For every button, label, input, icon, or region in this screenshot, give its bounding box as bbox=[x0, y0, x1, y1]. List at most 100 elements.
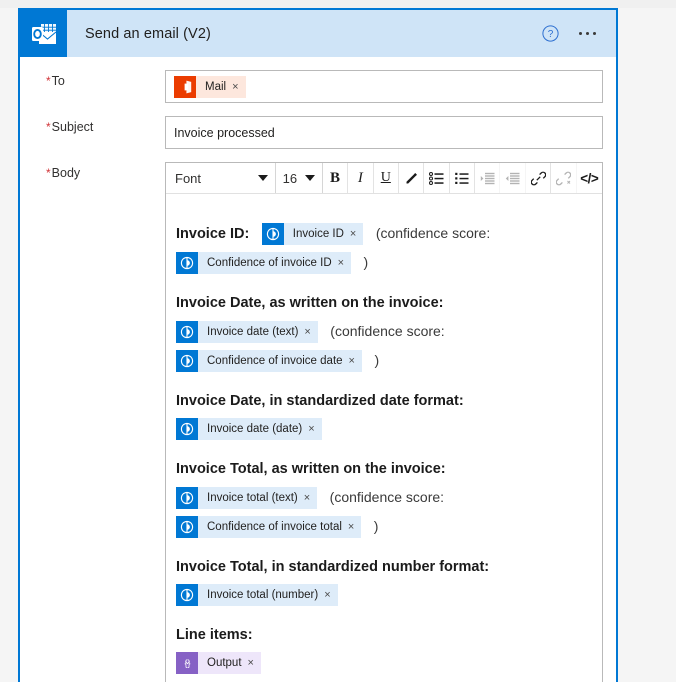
content-block-invoice-date-text: Invoice Date, as written on the invoice: bbox=[176, 290, 584, 374]
svg-text:?: ? bbox=[547, 29, 553, 40]
content-block-invoice-total-number: Invoice Total, in standardized number fo… bbox=[176, 554, 584, 608]
token-invoice-total-number-label: Invoice total (number) bbox=[207, 588, 319, 601]
token-mail-label: Mail bbox=[205, 80, 227, 93]
heading-invoice-date-standard: Invoice Date, in standardized date forma… bbox=[176, 393, 464, 409]
token-invoice-total-number[interactable]: Invoice total (number) × bbox=[176, 583, 338, 606]
paren-close-invoice-id: ) bbox=[363, 254, 369, 270]
app-background: Send an email (V2) ? *To Mail × *Subject… bbox=[0, 0, 676, 682]
bold-button[interactable]: B bbox=[323, 163, 349, 193]
token-invoice-date-text[interactable]: Invoice date (text) × bbox=[176, 320, 318, 343]
page-top-strip bbox=[0, 0, 676, 8]
token-confidence-invoice-total-remove[interactable]: × bbox=[346, 516, 361, 538]
send-email-action-card[interactable]: Send an email (V2) ? *To Mail × *Subject… bbox=[18, 8, 618, 682]
editor-toolbar: Font 16 B I U </> bbox=[166, 163, 602, 194]
expression-icon: {} bbox=[176, 651, 198, 674]
token-confidence-invoice-date-label: Confidence of invoice date bbox=[207, 354, 343, 367]
ai-builder-icon bbox=[176, 251, 198, 274]
insert-link-icon[interactable] bbox=[526, 163, 552, 193]
content-block-invoice-id: Invoice ID: Invoice ID × (confidence sco… bbox=[176, 220, 584, 276]
outdent-icon[interactable] bbox=[500, 163, 526, 193]
card-header[interactable]: Send an email (V2) ? bbox=[20, 10, 616, 57]
underline-button[interactable]: U bbox=[374, 163, 399, 193]
card-fields: *To Mail × *Subject Invoice processed *B… bbox=[20, 57, 616, 682]
svg-text:{}: {} bbox=[184, 658, 190, 668]
more-options-icon[interactable] bbox=[577, 26, 599, 42]
token-confidence-invoice-id-label: Confidence of invoice ID bbox=[207, 256, 332, 269]
token-invoice-id[interactable]: Invoice ID × bbox=[261, 222, 364, 245]
heading-line-items: Line items: bbox=[176, 627, 253, 643]
numbered-list-icon[interactable] bbox=[450, 163, 476, 193]
token-invoice-date-text-label: Invoice date (text) bbox=[207, 325, 299, 338]
ai-builder-icon bbox=[176, 349, 198, 372]
heading-invoice-date-text: Invoice Date, as written on the invoice: bbox=[176, 295, 444, 311]
heading-invoice-total-text: Invoice Total, as written on the invoice… bbox=[176, 461, 446, 477]
token-invoice-date-text-remove[interactable]: × bbox=[302, 321, 317, 343]
outlook-icon bbox=[20, 10, 67, 57]
italic-button[interactable]: I bbox=[348, 163, 374, 193]
help-circle-icon[interactable]: ? bbox=[541, 25, 559, 42]
ai-builder-icon bbox=[176, 417, 198, 440]
font-size-value: 16 bbox=[282, 170, 298, 186]
token-mail[interactable]: Mail × bbox=[174, 75, 246, 98]
body-rich-text-editor[interactable]: Font 16 B I U </> Invoice ID: Invoice ID… bbox=[165, 162, 603, 682]
token-confidence-invoice-id-remove[interactable]: × bbox=[336, 252, 351, 274]
token-confidence-invoice-total-label: Confidence of invoice total bbox=[207, 520, 342, 533]
field-to: *To Mail × bbox=[20, 70, 616, 103]
token-invoice-total-number-remove[interactable]: × bbox=[322, 584, 337, 606]
token-confidence-invoice-total[interactable]: Confidence of invoice total × bbox=[176, 515, 362, 538]
token-invoice-id-remove[interactable]: × bbox=[348, 223, 363, 245]
field-subject-label: *Subject bbox=[46, 120, 94, 134]
font-family-value: Font bbox=[175, 170, 202, 186]
chevron-down-icon bbox=[304, 175, 315, 181]
field-body-label: *Body bbox=[46, 166, 81, 180]
ai-builder-icon bbox=[176, 515, 198, 538]
token-output-remove[interactable]: × bbox=[246, 652, 261, 674]
paren-close-invoice-date: ) bbox=[374, 352, 380, 368]
paren-open-invoice-date: (confidence score: bbox=[330, 323, 445, 339]
content-block-invoice-total-text: Invoice Total, as written on the invoice… bbox=[176, 456, 584, 540]
to-input[interactable]: Mail × bbox=[165, 70, 603, 103]
ai-builder-icon bbox=[176, 320, 198, 343]
remove-link-icon[interactable] bbox=[551, 163, 577, 193]
editor-content-area[interactable]: Invoice ID: Invoice ID × (confidence sco… bbox=[166, 194, 602, 682]
token-confidence-invoice-id[interactable]: Confidence of invoice ID × bbox=[176, 251, 352, 274]
required-marker: * bbox=[46, 120, 51, 134]
paren-close-invoice-total: ) bbox=[373, 518, 379, 534]
card-header-actions: ? bbox=[541, 25, 617, 42]
chevron-down-icon bbox=[257, 175, 268, 181]
field-to-label: *To bbox=[46, 74, 65, 88]
bulleted-list-icon[interactable] bbox=[424, 163, 450, 193]
subject-value: Invoice processed bbox=[174, 125, 275, 140]
token-output-label: Output bbox=[207, 656, 242, 669]
token-invoice-total-text[interactable]: Invoice total (text) × bbox=[176, 486, 318, 509]
ai-builder-icon bbox=[176, 486, 198, 509]
token-invoice-total-text-label: Invoice total (text) bbox=[207, 491, 298, 504]
ai-builder-icon bbox=[176, 583, 198, 606]
token-invoice-id-label: Invoice ID bbox=[292, 227, 344, 240]
code-view-icon[interactable]: </> bbox=[577, 163, 602, 193]
content-block-line-items: Line items: {} Output × bbox=[176, 622, 584, 676]
field-subject: *Subject Invoice processed bbox=[20, 116, 616, 149]
token-invoice-date-date-remove[interactable]: × bbox=[306, 418, 321, 440]
text-highlight-icon[interactable] bbox=[399, 163, 425, 193]
content-block-invoice-date-standard: Invoice Date, in standardized date forma… bbox=[176, 388, 584, 442]
heading-invoice-total-number: Invoice Total, in standardized number fo… bbox=[176, 559, 490, 575]
required-marker: * bbox=[46, 74, 51, 88]
indent-icon[interactable] bbox=[475, 163, 501, 193]
heading-invoice-id: Invoice ID: bbox=[176, 226, 250, 242]
token-mail-remove[interactable]: × bbox=[230, 76, 245, 98]
token-invoice-date-date-label: Invoice date (date) bbox=[207, 422, 303, 435]
font-size-select[interactable]: 16 bbox=[276, 163, 323, 193]
token-invoice-total-text-remove[interactable]: × bbox=[302, 487, 317, 509]
font-family-select[interactable]: Font bbox=[166, 163, 276, 193]
field-body: *Body Font 16 B I U </> Invoice ID: Invo… bbox=[20, 162, 616, 682]
token-output[interactable]: {} Output × bbox=[176, 651, 261, 674]
token-confidence-invoice-date-remove[interactable]: × bbox=[347, 350, 362, 372]
token-confidence-invoice-date[interactable]: Confidence of invoice date × bbox=[176, 349, 362, 372]
paren-open-invoice-id: (confidence score: bbox=[375, 225, 491, 241]
subject-input[interactable]: Invoice processed bbox=[165, 116, 603, 149]
required-marker: * bbox=[46, 166, 51, 180]
card-title: Send an email (V2) bbox=[85, 25, 211, 42]
token-invoice-date-date[interactable]: Invoice date (date) × bbox=[176, 417, 322, 440]
ai-builder-icon bbox=[261, 222, 284, 245]
